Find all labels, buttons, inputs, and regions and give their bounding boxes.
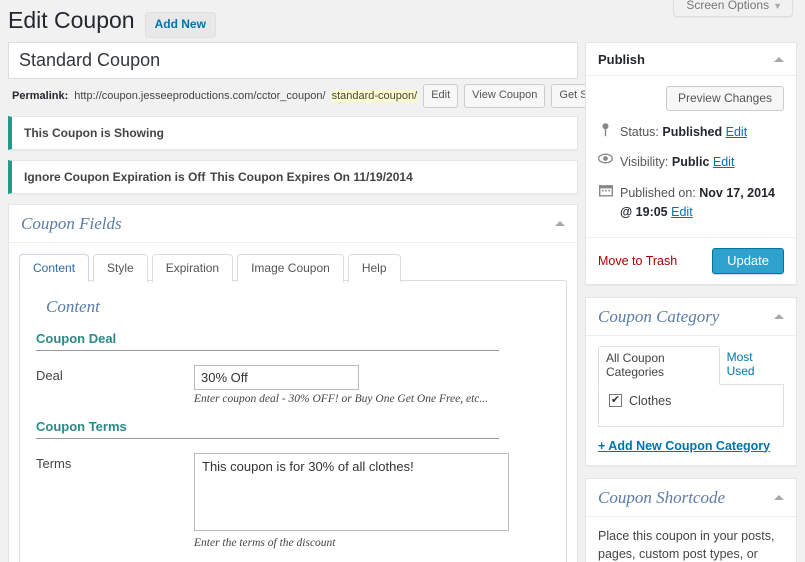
move-to-trash-link[interactable]: Move to Trash <box>598 254 677 268</box>
chevron-down-icon: ▼ <box>773 1 782 11</box>
tab-most-used[interactable]: Most Used <box>720 346 784 384</box>
screen-options-toggle[interactable]: Screen Options ▼ <box>673 0 793 17</box>
pin-icon <box>598 123 613 141</box>
permalink-row: Permalink: http://coupon.jesseeproductio… <box>8 84 578 112</box>
category-label: Clothes <box>629 394 671 408</box>
coupon-shortcode-box: Coupon Shortcode Place this coupon in yo… <box>585 478 797 562</box>
calendar-icon <box>598 184 613 201</box>
tab-style[interactable]: Style <box>93 254 148 282</box>
permalink-slug: standard-coupon/ <box>332 90 418 102</box>
page-header: Edit Coupon Add New <box>8 6 216 38</box>
status-text: Status: Published Edit <box>620 123 747 142</box>
published-on-text: Published on: Nov 17, 2014 @ 19:05 Edit <box>620 184 784 223</box>
main-column: Permalink: http://coupon.jesseeproductio… <box>8 42 578 562</box>
add-new-coupon-category-link[interactable]: + Add New Coupon Category <box>598 439 770 453</box>
coupon-fields-tablist: Content Style Expiration Image Coupon He… <box>19 253 567 281</box>
edit-published-on-link[interactable]: Edit <box>671 205 693 219</box>
section-divider <box>36 438 499 439</box>
published-on-label: Published on: <box>620 186 696 200</box>
field-row-deal: Deal Enter coupon deal - 30% OFF! or Buy… <box>36 365 550 405</box>
add-new-button[interactable]: Add New <box>145 12 216 38</box>
notice-coupon-expiration: Ignore Coupon Expiration is Off This Cou… <box>8 160 578 194</box>
edit-permalink-button[interactable]: Edit <box>423 84 458 108</box>
content-heading: Content <box>46 297 550 317</box>
collapse-toggle-icon[interactable] <box>774 314 784 319</box>
preview-row: Preview Changes <box>598 86 784 111</box>
section-title-coupon-terms: Coupon Terms <box>36 419 550 434</box>
tab-content[interactable]: Content <box>19 254 89 282</box>
eye-icon <box>598 153 613 168</box>
publish-body: Preview Changes Status: Published Edit <box>586 76 796 237</box>
update-button[interactable]: Update <box>712 248 784 274</box>
edit-visibility-link[interactable]: Edit <box>713 155 735 169</box>
coupon-category-title: Coupon Category <box>598 307 719 327</box>
field-control-deal: Enter coupon deal - 30% OFF! or Buy One … <box>194 365 550 405</box>
shortcode-description: Place this coupon in your posts, pages, … <box>598 527 784 562</box>
notice-text: This Coupon is Showing <box>24 126 210 140</box>
coupon-category-header: Coupon Category <box>586 298 796 336</box>
post-title-input[interactable] <box>17 47 569 74</box>
publish-actions: Move to Trash Update <box>586 237 796 284</box>
notice-text-primary: Ignore Coupon Expiration is Off <box>24 170 210 184</box>
category-tablist: All Coupon Categories Most Used <box>598 346 784 385</box>
terms-textarea[interactable]: This coupon is for 30% of all clothes! <box>194 453 509 531</box>
tab-image-coupon[interactable]: Image Coupon <box>237 254 344 282</box>
permalink-base-url: http://coupon.jesseeproductions.com/ccto… <box>74 90 325 102</box>
field-hint-deal: Enter coupon deal - 30% OFF! or Buy One … <box>194 393 550 405</box>
status-value: Published <box>662 125 722 139</box>
tab-all-coupon-categories[interactable]: All Coupon Categories <box>598 346 720 385</box>
field-label-terms: Terms <box>36 453 194 471</box>
coupon-category-box: Coupon Category All Coupon Categories Mo… <box>585 297 797 466</box>
tab-help[interactable]: Help <box>348 254 401 282</box>
wp-admin-edit-coupon-page: Screen Options ▼ Edit Coupon Add New Perm… <box>0 0 805 562</box>
page-title: Edit Coupon <box>8 6 135 36</box>
visibility-label: Visibility: <box>620 155 668 169</box>
tab-expiration[interactable]: Expiration <box>152 254 233 282</box>
coupon-category-body: All Coupon Categories Most Used ✔ Clothe… <box>586 336 796 465</box>
preview-changes-button[interactable]: Preview Changes <box>666 86 784 111</box>
collapse-toggle-icon[interactable] <box>774 57 784 62</box>
coupon-shortcode-header: Coupon Shortcode <box>586 479 796 517</box>
coupon-shortcode-body: Place this coupon in your posts, pages, … <box>586 517 796 562</box>
collapse-toggle-icon[interactable] <box>555 221 565 226</box>
coupon-shortcode-title: Coupon Shortcode <box>598 488 725 508</box>
coupon-fields-header: Coupon Fields <box>9 205 577 243</box>
field-control-terms: This coupon is for 30% of all clothes! E… <box>194 453 550 549</box>
coupon-fields-title: Coupon Fields <box>21 214 122 234</box>
publish-title: Publish <box>598 52 645 67</box>
status-label: Status: <box>620 125 659 139</box>
publish-status-row: Status: Published Edit <box>598 123 784 142</box>
field-label-deal: Deal <box>36 365 194 383</box>
section-title-coupon-deal: Coupon Deal <box>36 331 550 346</box>
field-row-terms: Terms This coupon is for 30% of all clot… <box>36 453 550 549</box>
publish-date-row: Published on: Nov 17, 2014 @ 19:05 Edit <box>598 184 784 223</box>
notice-coupon-showing: This Coupon is Showing <box>8 116 578 150</box>
publish-visibility-row: Visibility: Public Edit <box>598 153 784 172</box>
permalink-label: Permalink: <box>12 90 68 102</box>
coupon-fields-body: Content Style Expiration Image Coupon He… <box>9 243 577 562</box>
category-checkbox[interactable]: ✔ <box>609 394 622 407</box>
category-list: ✔ Clothes <box>598 385 784 427</box>
coupon-fields-postbox: Coupon Fields Content Style Expiration I… <box>8 204 578 562</box>
sidebar-column: Publish Preview Changes Status: <box>585 42 797 562</box>
screen-options-label: Screen Options <box>686 0 769 12</box>
deal-input[interactable] <box>194 365 359 390</box>
publish-box: Publish Preview Changes Status: <box>585 42 797 285</box>
notice-text-secondary: This Coupon Expires On 11/19/2014 <box>210 170 413 184</box>
view-coupon-button[interactable]: View Coupon <box>464 84 545 108</box>
category-item-clothes[interactable]: ✔ Clothes <box>609 394 773 408</box>
tab-panel-content: Content Coupon Deal Deal Enter coupon de… <box>19 280 567 562</box>
post-title-box <box>8 42 578 79</box>
edit-status-link[interactable]: Edit <box>726 125 748 139</box>
field-hint-terms: Enter the terms of the discount <box>194 537 550 549</box>
visibility-value: Public <box>672 155 710 169</box>
collapse-toggle-icon[interactable] <box>774 495 784 500</box>
section-divider <box>36 350 499 351</box>
publish-header: Publish <box>586 43 796 76</box>
visibility-text: Visibility: Public Edit <box>620 153 734 172</box>
